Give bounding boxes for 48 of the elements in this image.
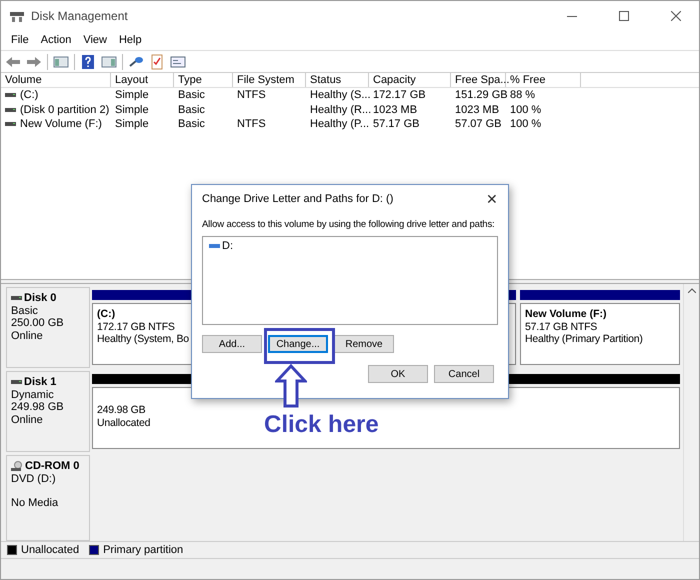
table-cell-text: 88 %: [509, 88, 536, 102]
partition-info: 172.17 GB NTFS: [97, 320, 175, 333]
disk-info: 250.00 GB: [11, 317, 65, 330]
disk-name: Disk 0: [24, 292, 56, 304]
table-cell-text: Healthy (S...: [309, 88, 369, 102]
table-cell-text: Healthy (R...: [309, 102, 369, 117]
table-cell-text: Basic: [177, 88, 206, 102]
table-cell-text: 151.29 GB: [454, 88, 506, 102]
disk-info: 249.98 GB: [11, 401, 65, 414]
disk-name: Disk 1: [24, 376, 56, 388]
table-cell-text: NTFS: [236, 88, 267, 102]
partition-info: Unallocated: [97, 416, 150, 429]
table-cell-text: Basic: [177, 102, 206, 117]
partition-title: (C:): [97, 308, 116, 320]
disk-info: No Media: [11, 497, 60, 510]
table-cell-text: Healthy (P...: [309, 117, 369, 132]
table-cell: (Disk 0 partition 2): [20, 102, 110, 117]
disk-info: Dynamic: [11, 388, 55, 401]
partition-info: 57.17 GB NTFS: [525, 320, 598, 333]
table-cell: New Volume (F:): [20, 117, 102, 132]
table-cell-text: 100 %: [509, 117, 542, 132]
table-cell-text: NTFS: [236, 117, 267, 132]
table-cell-text: Simple: [114, 88, 150, 102]
table-cell: (C:): [20, 88, 38, 102]
table-cell-text: 100 %: [509, 102, 542, 117]
partition-info: 249.98 GB: [97, 404, 146, 416]
legend-label: Unallocated: [21, 544, 80, 556]
legend-label: Primary partition: [103, 544, 184, 556]
disk-info: Online: [11, 414, 44, 426]
table-cell-text: Basic: [177, 117, 206, 132]
partition-title: New Volume (F:): [525, 308, 606, 320]
annotation-text: Click here: [264, 411, 379, 439]
table-cell-text: 57.17 GB: [372, 117, 420, 132]
disk-info: Basic: [11, 304, 39, 317]
table-cell-text: 57.07 GB: [454, 117, 502, 132]
disk-info: DVD (D:): [11, 472, 57, 485]
partition-info: Healthy (System, Bo: [97, 333, 189, 346]
table-cell-text: Simple: [114, 102, 150, 117]
partition-info: Healthy (Primary Partition): [525, 333, 643, 346]
table-cell-text: 172.17 GB: [372, 88, 427, 102]
disk-name: CD-ROM 0: [25, 460, 80, 472]
dialog-prompt: Allow access to this volume by using the following drive letter and paths:: [202, 219, 495, 230]
table-cell-text: 1023 MB: [372, 102, 418, 117]
disk-info: Online: [11, 330, 44, 342]
table-cell-text: 1023 MB: [454, 102, 500, 117]
table-cell-text: Simple: [114, 117, 150, 132]
dialog-title: Change Drive Letter and Paths for D: (): [202, 193, 394, 205]
window-title: Disk Management: [31, 8, 129, 22]
